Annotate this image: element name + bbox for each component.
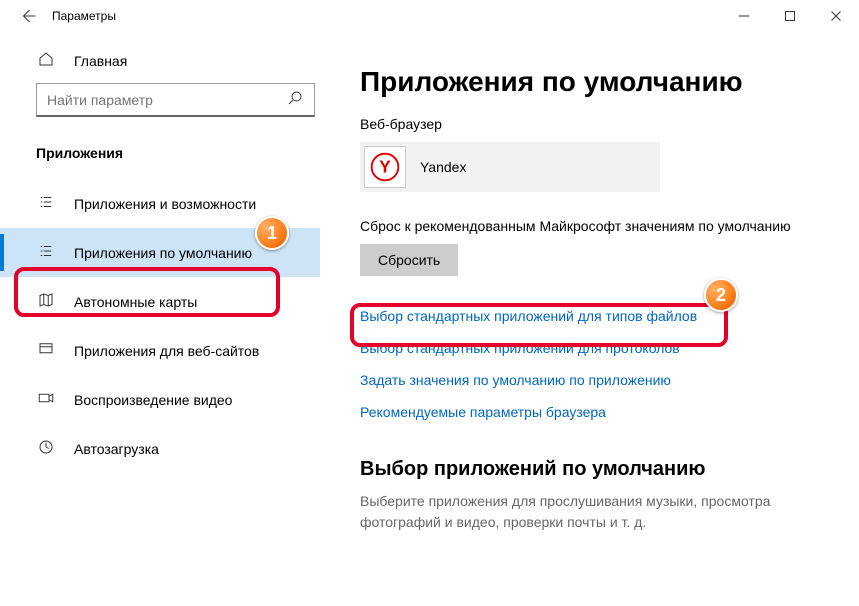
browser-section-label: Веб-браузер [360,116,829,132]
yandex-icon: Y [364,146,406,188]
annotation-badge-2: 2 [704,278,738,312]
link-set-defaults-by-app[interactable]: Задать значения по умолчанию по приложен… [360,364,829,396]
nav-apps-websites[interactable]: Приложения для веб-сайтов [0,326,320,375]
nav-item-label: Приложения для веб-сайтов [74,343,259,359]
section-description: Выберите приложения для прослушивания му… [360,491,800,533]
nav-item-label: Воспроизведение видео [74,392,232,408]
nav-item-label: Приложения и возможности [74,196,256,212]
sidebar-section-title: Приложения [0,127,320,179]
home-icon [36,50,56,71]
search-input[interactable] [47,92,286,108]
startup-icon [36,438,56,459]
video-icon [36,389,56,410]
website-icon [36,340,56,361]
nav-video-playback[interactable]: Воспроизведение видео [0,375,320,424]
close-icon [827,7,845,25]
link-filetype-defaults[interactable]: Выбор стандартных приложений для типов ф… [360,300,829,332]
back-button[interactable] [8,0,48,32]
map-icon [36,291,56,312]
search-icon [286,89,304,111]
svg-text:Y: Y [379,157,391,177]
close-button[interactable] [813,0,859,32]
main-content: Приложения по умолчанию Веб-браузер Y Ya… [320,32,859,606]
reset-description: Сброс к рекомендованным Майкрософт значе… [360,218,829,234]
minimize-button[interactable] [721,0,767,32]
defaults-icon [36,242,56,263]
minimize-icon [735,7,753,25]
nav-startup[interactable]: Автозагрузка [0,424,320,473]
annotation-badge-1: 1 [255,216,289,250]
section-heading: Выбор приложений по умолчанию [360,458,829,481]
nav-home[interactable]: Главная [0,40,320,81]
nav-home-label: Главная [74,53,127,69]
reset-button[interactable]: Сбросить [360,244,458,276]
link-protocol-defaults[interactable]: Выбор стандартных приложений для протоко… [360,332,829,364]
nav-item-label: Автономные карты [74,294,197,310]
link-recommended-browser[interactable]: Рекомендуемые параметры браузера [360,396,829,428]
maximize-icon [781,7,799,25]
default-browser-name: Yandex [420,159,466,175]
list-icon [36,193,56,214]
window-title: Параметры [48,9,116,23]
arrow-left-icon [19,7,37,25]
nav-item-label: Автозагрузка [74,441,159,457]
nav-item-label: Приложения по умолчанию [74,245,252,261]
sidebar: Главная Приложения Приложения и возможно… [0,32,320,606]
search-box[interactable] [36,83,315,117]
window-caption-buttons [721,0,859,32]
page-title: Приложения по умолчанию [360,66,829,98]
titlebar: Параметры [0,0,859,32]
nav-offline-maps[interactable]: Автономные карты [0,277,320,326]
maximize-button[interactable] [767,0,813,32]
default-browser-tile[interactable]: Y Yandex [360,142,660,192]
